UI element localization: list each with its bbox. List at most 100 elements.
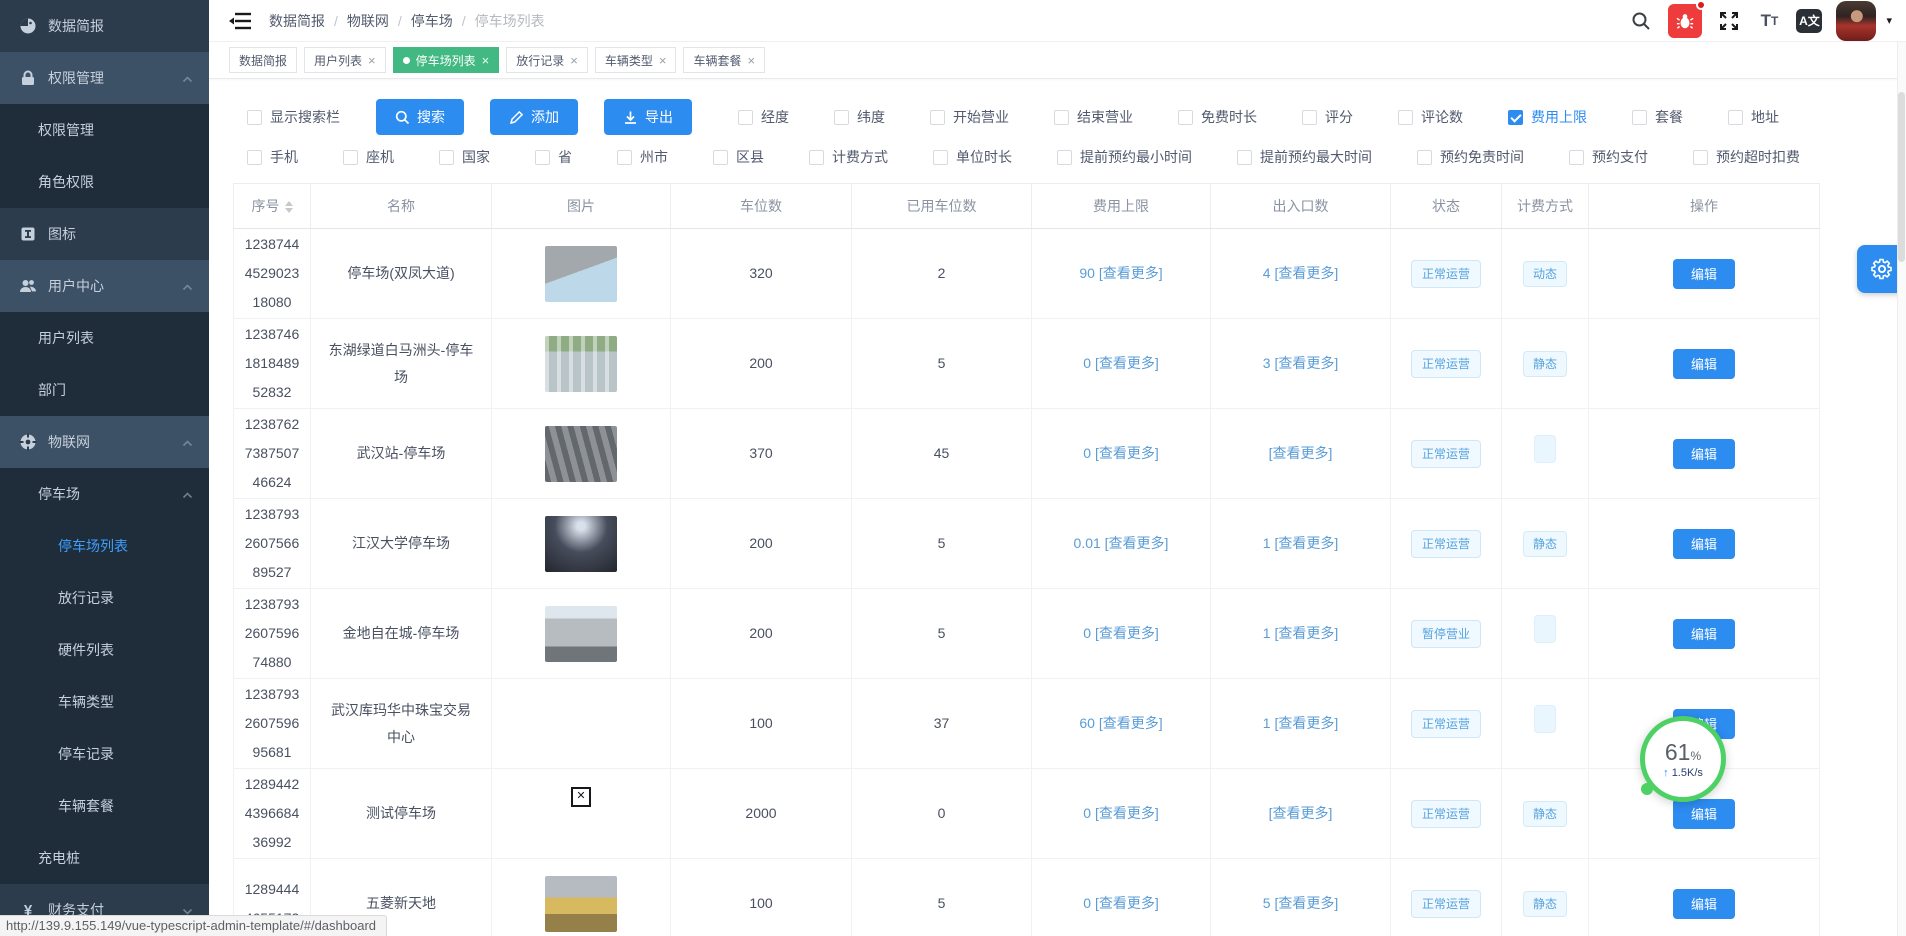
search-button[interactable]: 搜索 [376,99,464,135]
add-button[interactable]: 添加 [490,99,578,135]
sidebar-item[interactable]: 停车场列表 [0,520,209,572]
filter-checkbox[interactable]: 结束营业 [1054,107,1133,127]
view-more-link[interactable]: 90 [查看更多] [1079,265,1162,281]
sidebar-item[interactable]: 用户中心 [0,260,209,312]
edit-button[interactable]: 编辑 [1673,619,1735,649]
view-more-link[interactable]: [查看更多] [1269,805,1333,821]
filter-checkbox[interactable]: 费用上限 [1508,107,1587,127]
filter-checkbox[interactable]: 评论数 [1398,107,1463,127]
close-icon[interactable]: × [570,53,578,68]
tab-view[interactable]: 放行记录× [506,47,588,73]
close-icon[interactable]: × [747,53,755,68]
fullscreen-icon[interactable] [1716,8,1742,34]
parking-photo-thumbnail[interactable] [545,246,617,302]
checkbox-box[interactable] [535,150,550,165]
parking-photo-thumbnail[interactable] [545,336,617,392]
view-more-link[interactable]: 0 [查看更多] [1083,805,1158,821]
checkbox-box[interactable] [738,110,753,125]
chevron-down-icon[interactable]: ▾ [1886,14,1892,27]
tab-view[interactable]: 车辆类型× [595,47,677,73]
edit-button[interactable]: 编辑 [1673,439,1735,469]
sidebar-item[interactable]: 用户列表 [0,312,209,364]
breadcrumb-item[interactable]: 停车场 [411,11,453,31]
checkbox-box[interactable] [1569,150,1584,165]
filter-checkbox[interactable]: 显示搜索栏 [247,107,340,127]
view-more-link[interactable]: 0.01 [查看更多] [1074,535,1169,551]
checkbox-box[interactable] [343,150,358,165]
filter-checkbox[interactable]: 开始营业 [930,107,1009,127]
checkbox-box[interactable] [439,150,454,165]
checkbox-box[interactable] [1508,110,1523,125]
view-more-link[interactable]: 0 [查看更多] [1083,355,1158,371]
checkbox-box[interactable] [1693,150,1708,165]
view-more-link[interactable]: 0 [查看更多] [1083,895,1158,911]
tab-view[interactable]: 数据简报 [229,47,297,73]
tab-view[interactable]: 车辆套餐× [683,47,765,73]
parking-photo-thumbnail[interactable] [545,606,617,662]
sidebar-item[interactable]: 硬件列表 [0,624,209,676]
parking-photo-thumbnail[interactable] [545,426,617,482]
checkbox-box[interactable] [617,150,632,165]
checkbox-box[interactable] [1057,150,1072,165]
view-more-link[interactable]: 1 [查看更多] [1263,625,1338,641]
close-icon[interactable]: × [659,53,667,68]
view-more-link[interactable]: 1 [查看更多] [1263,535,1338,551]
view-more-link[interactable]: 1 [查看更多] [1263,715,1338,731]
filter-checkbox[interactable]: 预约超时扣费 [1693,147,1800,167]
font-size-icon[interactable]: TT [1756,8,1782,34]
filter-checkbox[interactable]: 州市 [617,147,668,167]
filter-checkbox[interactable]: 座机 [343,147,394,167]
edit-button[interactable]: 编辑 [1673,889,1735,919]
sidebar-item[interactable]: 车辆套餐 [0,780,209,832]
checkbox-box[interactable] [1728,110,1743,125]
checkbox-box[interactable] [247,110,262,125]
filter-checkbox[interactable]: 区县 [713,147,764,167]
error-log-bug-icon[interactable] [1668,4,1702,38]
checkbox-box[interactable] [713,150,728,165]
view-more-link[interactable]: 0 [查看更多] [1083,625,1158,641]
sidebar-item[interactable]: 停车记录 [0,728,209,780]
checkbox-box[interactable] [247,150,262,165]
parking-photo-thumbnail[interactable] [545,516,617,572]
checkbox-box[interactable] [834,110,849,125]
view-more-link[interactable]: 4 [查看更多] [1263,265,1338,281]
edit-button[interactable]: 编辑 [1673,259,1735,289]
close-icon[interactable]: × [368,53,376,68]
checkbox-box[interactable] [1178,110,1193,125]
sidebar-item[interactable]: 物联网 [0,416,209,468]
filter-checkbox[interactable]: 经度 [738,107,789,127]
filter-checkbox[interactable]: 提前预约最大时间 [1237,147,1372,167]
search-icon[interactable] [1628,8,1654,34]
view-more-link[interactable]: 60 [查看更多] [1079,715,1162,731]
filter-checkbox[interactable]: 套餐 [1632,107,1683,127]
checkbox-box[interactable] [1054,110,1069,125]
sidebar-item[interactable]: 图标 [0,208,209,260]
checkbox-box[interactable] [1632,110,1647,125]
sidebar-item[interactable]: 角色权限 [0,156,209,208]
sidebar-item[interactable]: 充电桩 [0,832,209,884]
sidebar-item[interactable]: 部门 [0,364,209,416]
filter-checkbox[interactable]: 省 [535,147,572,167]
parking-photo-thumbnail[interactable] [545,876,617,932]
checkbox-box[interactable] [933,150,948,165]
export-button[interactable]: 导出 [604,99,692,135]
sidebar-item[interactable]: 放行记录 [0,572,209,624]
filter-checkbox[interactable]: 免费时长 [1178,107,1257,127]
checkbox-box[interactable] [930,110,945,125]
page-scrollbar[interactable] [1897,42,1906,936]
close-icon[interactable]: × [482,53,490,68]
view-more-link[interactable]: [查看更多] [1269,445,1333,461]
breadcrumb-item[interactable]: 数据简报 [269,11,325,31]
filter-checkbox[interactable]: 手机 [247,147,298,167]
sort-icon[interactable] [285,201,293,213]
filter-checkbox[interactable]: 纬度 [834,107,885,127]
download-progress-widget[interactable]: 61% ↑ 1.5K/s [1640,716,1726,802]
view-more-link[interactable]: 5 [查看更多] [1263,895,1338,911]
edit-button[interactable]: 编辑 [1673,799,1735,829]
sidebar-item[interactable]: 车辆类型 [0,676,209,728]
sidebar-item[interactable]: 数据简报 [0,0,209,52]
checkbox-box[interactable] [1398,110,1413,125]
avatar[interactable] [1836,1,1876,41]
filter-checkbox[interactable]: 计费方式 [809,147,888,167]
filter-checkbox[interactable]: 预约免责时间 [1417,147,1524,167]
